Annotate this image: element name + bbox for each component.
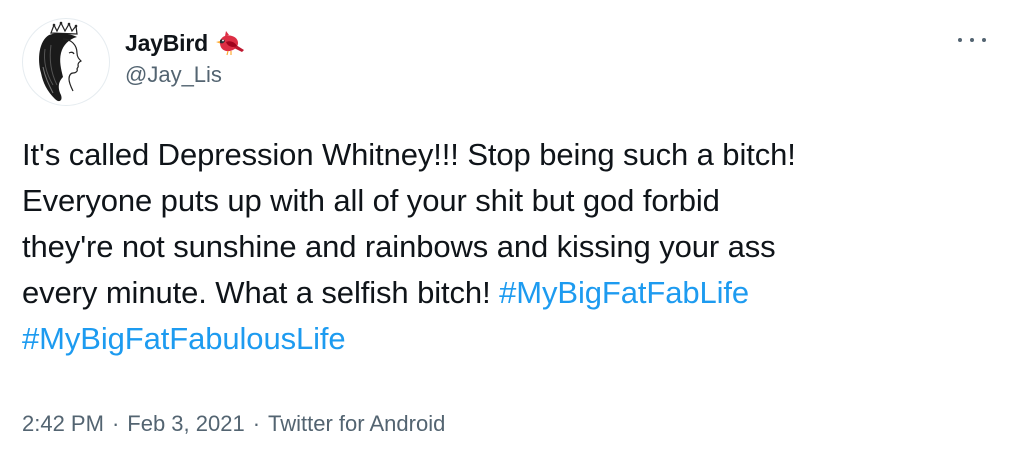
red-bird-icon [215,29,246,57]
tweet-text-line: Everyone puts up with all of your shit b… [22,183,720,218]
more-horizontal-icon-dot [970,38,974,42]
tweet-text-line: every minute. What a selfish bitch! #MyB… [22,270,1002,316]
woman-crown-sketch-avatar-icon [39,21,83,102]
tweet-text-line: It's called Depression Whitney!!! Stop b… [22,137,796,172]
author-avatar[interactable] [22,18,110,106]
tweet-card: JayBird @Jay_Lis It's called Depression … [0,0,1024,467]
meta-separator: · [252,411,261,436]
meta-separator: · [111,411,120,436]
display-name-row: JayBird [125,26,246,60]
tweet-timestamp-time[interactable]: 2:42 PM [22,411,104,437]
more-options-button[interactable] [958,30,986,50]
tweet-header: JayBird @Jay_Lis [22,18,1002,106]
tweet-text-line: #MyBigFatFabulousLife [22,316,1002,362]
tweet-text-line: they're not sunshine and rainbows and ki… [22,229,776,264]
author-display-name[interactable]: JayBird [125,30,208,57]
author-names: JayBird @Jay_Lis [125,26,246,88]
author-handle[interactable]: @Jay_Lis [125,62,246,88]
hashtag-link[interactable]: #MyBigFatFabulousLife [22,321,346,356]
tweet-text-segment: every minute. What a selfish bitch! [22,275,500,310]
more-horizontal-icon [958,38,962,42]
tweet-timestamp-date[interactable]: Feb 3, 2021 [127,411,244,437]
hashtag-link[interactable]: #MyBigFatFabLife [499,275,749,310]
tweet-source-link[interactable]: Twitter for Android [268,411,445,437]
more-horizontal-icon-dot [982,38,986,42]
tweet-text: It's called Depression Whitney!!! Stop b… [22,132,1002,362]
tweet-meta: 2:42 PM · Feb 3, 2021 · Twitter for Andr… [22,411,445,437]
